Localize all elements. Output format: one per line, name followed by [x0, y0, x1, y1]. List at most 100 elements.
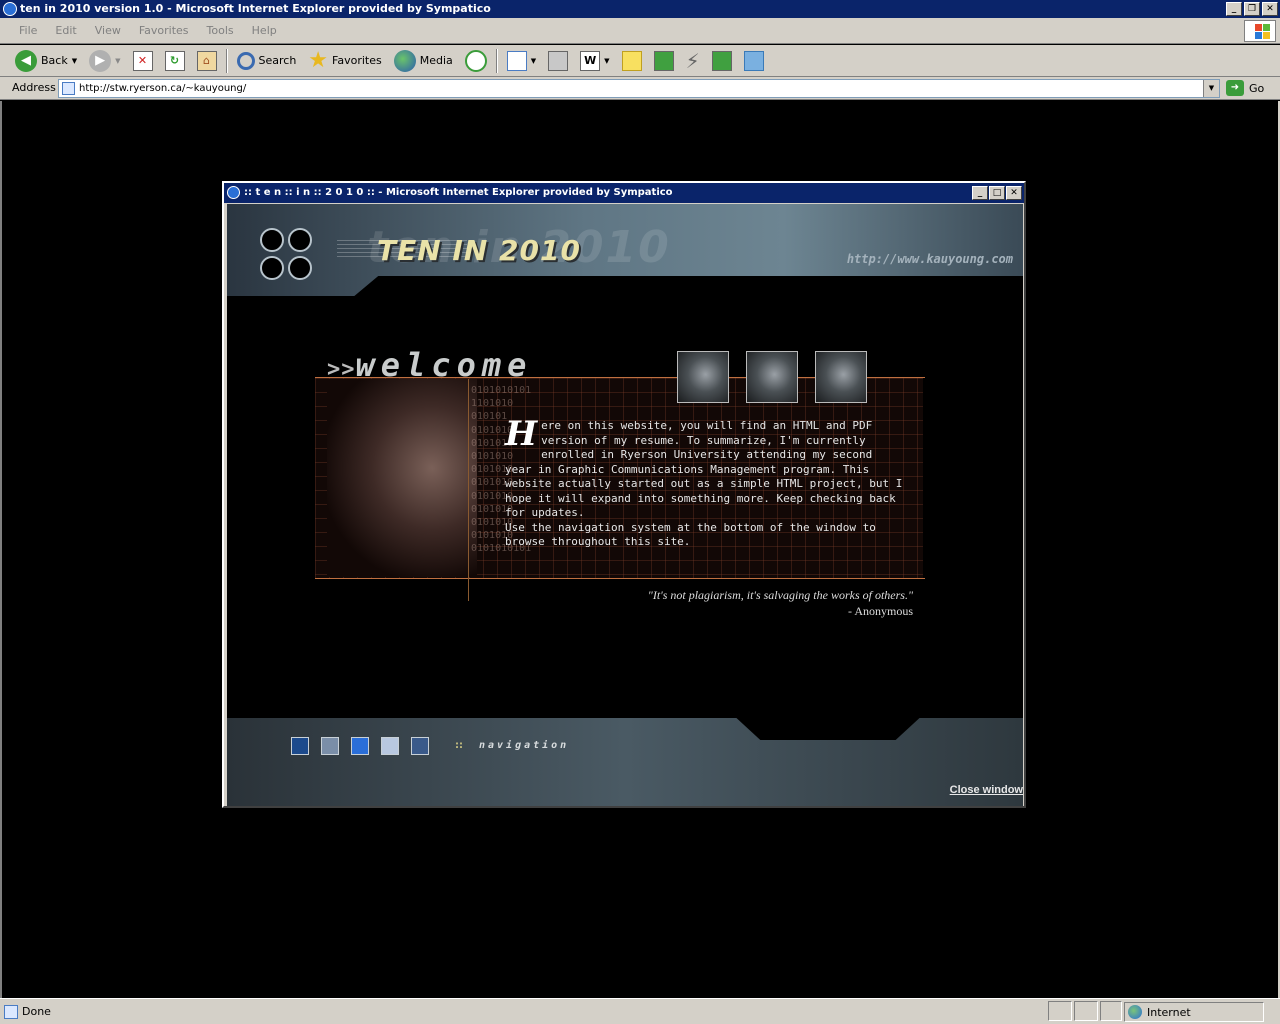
popup-window-controls: _ □ ✕ [972, 186, 1022, 200]
welcome-paragraph-2: Use the navigation system at the bottom … [505, 520, 876, 549]
nav-square-4[interactable] [381, 737, 399, 755]
stop-icon: ✕ [132, 50, 153, 71]
back-label: Back [41, 54, 68, 67]
menu-favorites[interactable]: Favorites [130, 24, 198, 37]
page-icon [62, 82, 75, 95]
status-panels [1048, 1001, 1124, 1021]
refresh-button[interactable]: ↻ [162, 48, 188, 74]
forward-button[interactable]: ▶ ▼ [86, 48, 123, 74]
logo-circles-icon [260, 228, 316, 284]
divider-vertical [468, 379, 469, 601]
menu-file[interactable]: File [10, 24, 46, 37]
home-button[interactable]: ⌂ [194, 48, 220, 74]
nav-dots-icon: :: [455, 740, 463, 751]
star-icon: ★ [308, 47, 329, 73]
ie-icon [227, 186, 240, 199]
welcome-text: H ere on this website, you will find an … [505, 414, 905, 550]
window-controls: _ ❐ ✕ [1226, 2, 1278, 16]
address-value[interactable]: http://stw.ryerson.ca/~kauyoung/ [79, 83, 246, 94]
quote-text: "It's not plagiarism, it's salvaging the… [647, 588, 913, 602]
edit-button[interactable]: W ▼ [577, 48, 612, 74]
close-button[interactable]: ✕ [1262, 2, 1278, 16]
site-url: http://www.kauyoung.com [846, 252, 1013, 266]
page-icon [4, 1005, 18, 1019]
icq-pro-button[interactable] [651, 48, 677, 74]
welcome-word: welcome [355, 346, 533, 384]
history-icon [464, 49, 487, 72]
nav-square-2[interactable] [321, 737, 339, 755]
menu-bar: File Edit View Favorites Tools Help [0, 18, 1280, 44]
icq-lite-button[interactable] [709, 48, 735, 74]
status-panel [1100, 1001, 1122, 1021]
security-zone: Internet [1124, 1002, 1264, 1022]
lightning-icon: ⚡ [685, 48, 700, 73]
media-label: Media [419, 54, 453, 67]
chevron-down-icon[interactable]: ▼ [531, 57, 536, 65]
popup-minimize-button[interactable]: _ [972, 186, 988, 200]
popup-title-bar: :: t e n :: i n :: 2 0 1 0 :: - Microsof… [224, 183, 1024, 203]
quote-author: - Anonymous [847, 604, 913, 618]
close-window-link[interactable]: Close window [950, 784, 1023, 796]
chevron-down-icon[interactable]: ▼ [72, 57, 77, 65]
popup-content: ten in 2010 TEN IN 2010 http://www.kauyo… [227, 204, 1023, 806]
favorites-button[interactable]: ★ Favorites [305, 48, 384, 74]
chevron-down-icon[interactable]: ▼ [115, 57, 120, 65]
welcome-arrows: >> [327, 357, 356, 382]
minimize-button[interactable]: _ [1226, 2, 1242, 16]
refresh-icon: ↻ [164, 50, 185, 71]
search-label: Search [258, 54, 297, 67]
window-title: ten in 2010 version 1.0 - Microsoft Inte… [20, 2, 491, 15]
note-icon [621, 50, 642, 71]
drop-cap: H [505, 414, 538, 454]
address-input[interactable]: http://stw.ryerson.ca/~kauyoung/ ▼ [58, 79, 1220, 98]
face-illustration [327, 379, 477, 577]
chevron-down-icon[interactable]: ▼ [604, 57, 609, 65]
popup-window: :: t e n :: i n :: 2 0 1 0 :: - Microsof… [222, 181, 1026, 808]
standard-toolbar: ◀ Back ▼ ▶ ▼ ✕ ↻ ⌂ Search ★ Favorites Me… [0, 45, 1280, 77]
go-arrow-icon: ➜ [1226, 80, 1244, 96]
photo-thumbnail-2[interactable] [746, 351, 798, 403]
zone-text: Internet [1147, 1006, 1191, 1019]
popup-close-button[interactable]: ✕ [1006, 186, 1022, 200]
mail-button[interactable]: ▼ [504, 48, 539, 74]
status-panel [1074, 1001, 1098, 1021]
icq-lite-icon [711, 50, 732, 71]
menu-edit[interactable]: Edit [46, 24, 85, 37]
nav-square-1[interactable] [291, 737, 309, 755]
windows-logo-icon [1244, 20, 1276, 42]
stop-button[interactable]: ✕ [130, 48, 156, 74]
nav-square-5[interactable] [411, 737, 429, 755]
navigation-label: navigation [479, 740, 570, 751]
back-button[interactable]: ◀ Back ▼ [12, 48, 80, 74]
history-button[interactable] [462, 48, 490, 74]
toolbar-separator [495, 48, 498, 73]
menu-view[interactable]: View [86, 24, 130, 37]
messenger-button[interactable] [741, 48, 767, 74]
photo-thumbnail-1[interactable] [677, 351, 729, 403]
chevron-down-icon[interactable]: ▼ [1203, 80, 1219, 97]
address-bar: Address http://stw.ryerson.ca/~kauyoung/… [0, 77, 1280, 100]
search-icon [236, 51, 255, 70]
favorites-label: Favorites [332, 54, 382, 67]
print-button[interactable] [545, 48, 571, 74]
back-arrow-icon: ◀ [15, 49, 37, 72]
media-button[interactable]: Media [391, 48, 456, 74]
menu-tools[interactable]: Tools [198, 24, 243, 37]
nav-square-3[interactable] [351, 737, 369, 755]
mail-icon [506, 50, 527, 71]
photo-thumbnail-3[interactable] [815, 351, 867, 403]
power-button[interactable]: ⚡ [683, 48, 703, 74]
go-button[interactable]: ➜ Go [1226, 80, 1264, 96]
discuss-button[interactable] [619, 48, 645, 74]
forward-arrow-icon: ▶ [89, 49, 112, 72]
quote-block: "It's not plagiarism, it's salvaging the… [648, 587, 913, 619]
search-button[interactable]: Search [234, 48, 300, 74]
welcome-heading: >>welcome [327, 346, 532, 384]
menu-help[interactable]: Help [243, 24, 286, 37]
nav-squares [291, 737, 429, 755]
toolbar-separator [225, 48, 228, 73]
popup-title: :: t e n :: i n :: 2 0 1 0 :: - Microsof… [244, 187, 673, 198]
popup-maximize-button[interactable]: □ [989, 186, 1005, 200]
home-icon: ⌂ [196, 50, 217, 71]
restore-button[interactable]: ❐ [1244, 2, 1260, 16]
